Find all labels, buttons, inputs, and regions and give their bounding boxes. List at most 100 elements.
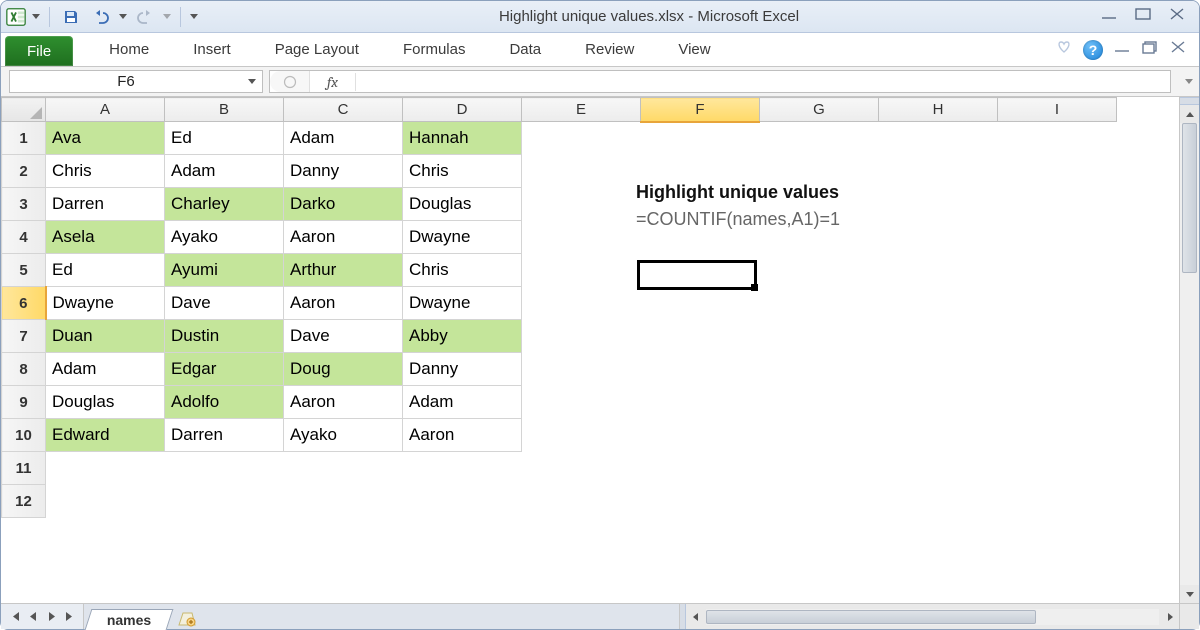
column-header-E[interactable]: E xyxy=(522,98,641,122)
cell[interactable] xyxy=(641,353,760,386)
cell[interactable]: Adam xyxy=(403,386,522,419)
cell[interactable] xyxy=(284,485,403,518)
row-header-9[interactable]: 9 xyxy=(2,386,46,419)
cell[interactable]: Charley xyxy=(165,188,284,221)
formula-bar-expand-icon[interactable] xyxy=(1179,67,1199,96)
cell[interactable] xyxy=(998,485,1117,518)
cell[interactable] xyxy=(165,485,284,518)
cell[interactable]: Edward xyxy=(46,419,165,452)
cell[interactable]: Ed xyxy=(46,254,165,287)
fx-icon[interactable]: fx xyxy=(310,73,356,91)
row-header-5[interactable]: 5 xyxy=(2,254,46,287)
cell[interactable] xyxy=(403,452,522,485)
cell[interactable]: Ayako xyxy=(165,221,284,254)
ribbon-tab-review[interactable]: Review xyxy=(563,33,656,66)
cell[interactable] xyxy=(641,122,760,155)
ribbon-restore-button[interactable] xyxy=(1141,40,1159,59)
tab-nav-prev-icon[interactable] xyxy=(25,608,41,626)
cell[interactable] xyxy=(522,188,641,221)
cell[interactable]: Duan xyxy=(46,320,165,353)
scroll-down-icon[interactable] xyxy=(1180,585,1199,603)
column-header-C[interactable]: C xyxy=(284,98,403,122)
tab-track[interactable] xyxy=(200,604,679,629)
ribbon-tab-view[interactable]: View xyxy=(656,33,732,66)
new-sheet-button[interactable] xyxy=(174,609,200,629)
cell[interactable]: Dwayne xyxy=(403,221,522,254)
minimize-button[interactable] xyxy=(1099,6,1119,27)
undo-button[interactable] xyxy=(88,5,114,29)
cell[interactable]: Ayako xyxy=(284,419,403,452)
ribbon-close-button[interactable] xyxy=(1169,40,1187,59)
cell[interactable]: Adam xyxy=(46,353,165,386)
cell[interactable] xyxy=(760,386,879,419)
cell[interactable] xyxy=(522,155,641,188)
cell[interactable] xyxy=(760,254,879,287)
cell[interactable] xyxy=(522,452,641,485)
cell[interactable] xyxy=(760,122,879,155)
cell[interactable]: Darren xyxy=(46,188,165,221)
scroll-left-icon[interactable] xyxy=(686,608,704,626)
cell[interactable] xyxy=(998,254,1117,287)
cell[interactable]: Aaron xyxy=(403,419,522,452)
row-header-6[interactable]: 6 xyxy=(2,287,46,320)
cell[interactable]: Ayumi xyxy=(165,254,284,287)
cell[interactable] xyxy=(760,485,879,518)
cell[interactable] xyxy=(998,188,1117,221)
tab-nav-first-icon[interactable] xyxy=(7,608,23,626)
cell[interactable] xyxy=(879,452,998,485)
cell[interactable] xyxy=(879,221,998,254)
cell[interactable] xyxy=(760,452,879,485)
row-header-3[interactable]: 3 xyxy=(2,188,46,221)
cell[interactable] xyxy=(522,386,641,419)
cell[interactable] xyxy=(879,419,998,452)
app-menu-dropdown-icon[interactable] xyxy=(31,14,41,19)
tab-nav-last-icon[interactable] xyxy=(61,608,77,626)
column-header-I[interactable]: I xyxy=(998,98,1117,122)
cell[interactable] xyxy=(760,320,879,353)
cell[interactable]: Doug xyxy=(284,353,403,386)
select-all-corner[interactable] xyxy=(2,98,46,122)
cell[interactable] xyxy=(641,419,760,452)
cell[interactable]: Chris xyxy=(46,155,165,188)
cell[interactable]: Arthur xyxy=(284,254,403,287)
cell[interactable] xyxy=(879,320,998,353)
split-handle-vertical[interactable] xyxy=(1180,97,1199,105)
vertical-scrollbar[interactable] xyxy=(1179,97,1199,603)
cell[interactable] xyxy=(522,122,641,155)
cell[interactable] xyxy=(760,287,879,320)
name-box-dropdown-icon[interactable] xyxy=(242,71,262,92)
cell[interactable] xyxy=(998,353,1117,386)
cell[interactable] xyxy=(522,287,641,320)
file-tab[interactable]: File xyxy=(5,36,73,66)
column-header-H[interactable]: H xyxy=(879,98,998,122)
horizontal-scrollbar[interactable] xyxy=(679,604,1179,629)
column-header-A[interactable]: A xyxy=(46,98,165,122)
cell[interactable]: Abby xyxy=(403,320,522,353)
cell[interactable]: Dave xyxy=(165,287,284,320)
cell[interactable]: Asela xyxy=(46,221,165,254)
column-header-D[interactable]: D xyxy=(403,98,522,122)
function-buttons[interactable] xyxy=(270,71,310,92)
cell[interactable]: Dave xyxy=(284,320,403,353)
cell[interactable] xyxy=(879,386,998,419)
cell[interactable] xyxy=(998,419,1117,452)
column-header-F[interactable]: F xyxy=(641,98,760,122)
ribbon-tab-formulas[interactable]: Formulas xyxy=(381,33,488,66)
undo-dropdown-icon[interactable] xyxy=(118,14,128,19)
cell[interactable] xyxy=(760,419,879,452)
cell[interactable] xyxy=(641,320,760,353)
hscroll-track[interactable] xyxy=(706,609,1159,625)
cell[interactable] xyxy=(879,353,998,386)
cell[interactable] xyxy=(46,452,165,485)
help-button[interactable]: ? xyxy=(1083,40,1103,60)
cell[interactable]: Dwayne xyxy=(403,287,522,320)
column-header-G[interactable]: G xyxy=(760,98,879,122)
qat-customize-icon[interactable] xyxy=(189,14,199,19)
row-header-10[interactable]: 10 xyxy=(2,419,46,452)
row-header-4[interactable]: 4 xyxy=(2,221,46,254)
cell[interactable]: Dustin xyxy=(165,320,284,353)
column-header-B[interactable]: B xyxy=(165,98,284,122)
vscroll-track[interactable] xyxy=(1180,123,1199,585)
scroll-up-icon[interactable] xyxy=(1180,105,1199,123)
cell[interactable] xyxy=(998,221,1117,254)
